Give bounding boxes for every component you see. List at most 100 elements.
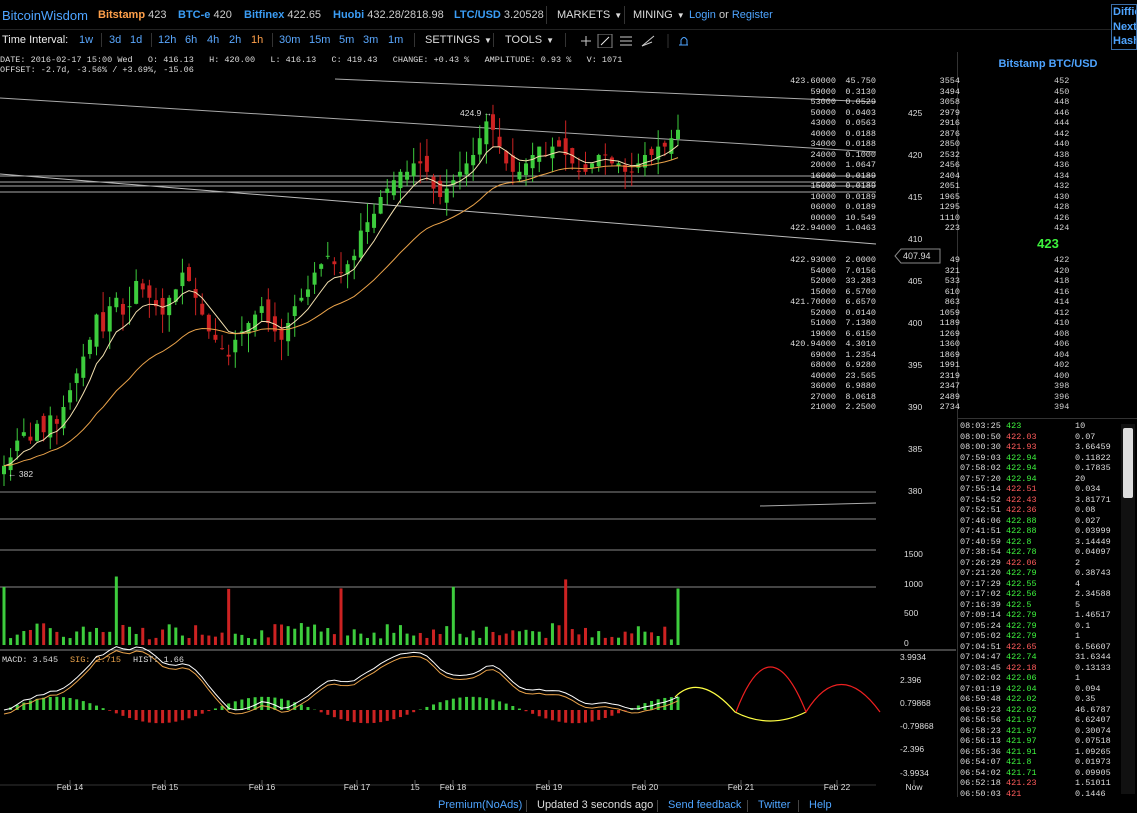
- brand-logo[interactable]: BitcoinWisdom: [2, 8, 88, 23]
- trade-row: 07:21:20 422.79 0.38743: [960, 568, 1120, 579]
- macd-bar: [319, 710, 323, 713]
- order-price: 52000: [810, 276, 836, 286]
- candle-body: [28, 436, 33, 441]
- help-link[interactable]: Help: [809, 799, 832, 811]
- projection-curve-red[interactable]: [735, 666, 881, 714]
- volume-bar: [346, 635, 350, 645]
- order-price: 420.94000: [790, 339, 836, 349]
- trend-line[interactable]: [0, 97, 877, 153]
- trades-scrollbar[interactable]: [1121, 424, 1135, 794]
- candle-body: [2, 465, 6, 475]
- trade-time: 08:00:50: [960, 431, 1001, 442]
- trade-row: 07:04:47 422.74 31.6344: [960, 652, 1120, 663]
- interval-3d[interactable]: 3d: [109, 34, 121, 46]
- candle-body: [477, 138, 482, 155]
- depth-price: 448: [1054, 97, 1070, 107]
- tools-menu[interactable]: TOOLS ▼: [505, 34, 554, 46]
- divider: [526, 800, 527, 812]
- scrollbar-thumb[interactable]: [1123, 428, 1133, 498]
- order-price: 50000: [810, 107, 836, 118]
- trend-line[interactable]: [0, 173, 877, 245]
- trade-row: 06:54:02 421.71 0.09905: [960, 768, 1120, 779]
- interval-30m[interactable]: 30m: [279, 34, 300, 46]
- candle-body: [583, 164, 588, 172]
- mining-menu[interactable]: MINING ▼: [633, 9, 685, 21]
- volume-bar: [610, 636, 614, 645]
- login-link[interactable]: Login: [689, 9, 716, 21]
- interval-1m[interactable]: 1m: [388, 34, 403, 46]
- depth-total: 3494: [939, 86, 960, 97]
- trade-price: 422.79: [1006, 568, 1037, 578]
- volume-bar: [161, 629, 165, 645]
- trade-amount: 6.56607: [1075, 641, 1111, 652]
- depth-price: 400: [1054, 370, 1070, 381]
- volume-bar: [213, 636, 217, 645]
- volume-bar: [280, 624, 284, 645]
- interval-1w[interactable]: 1w: [79, 34, 93, 46]
- volume-bar: [42, 623, 46, 645]
- order-price: 10000: [810, 191, 836, 202]
- interval-1h[interactable]: 1h: [251, 34, 263, 46]
- candle-body: [484, 121, 489, 145]
- candle-body: [550, 146, 555, 159]
- volume-bar: [293, 628, 297, 645]
- divider: [151, 33, 152, 47]
- exchange-ltcusd[interactable]: LTC/USD 3.20528: [454, 9, 544, 21]
- trade-row: 07:05:24 422.79 0.1: [960, 621, 1120, 632]
- depth-price: 430: [1054, 191, 1070, 202]
- trade-amount: 0.034: [1075, 484, 1101, 494]
- trade-row: 07:57:20 422.94 20: [960, 474, 1120, 485]
- horizontal-lines-icon[interactable]: [620, 36, 632, 46]
- trade-amount: 0.09905: [1075, 767, 1111, 778]
- volume-bar: [141, 627, 145, 645]
- trend-line[interactable]: [759, 502, 877, 507]
- fibonacci-icon[interactable]: [641, 35, 655, 47]
- interval-4h[interactable]: 4h: [207, 34, 219, 46]
- price-tick-label: 425: [908, 108, 922, 118]
- candle-body: [134, 281, 139, 304]
- interval-3m[interactable]: 3m: [363, 34, 378, 46]
- interval-6h[interactable]: 6h: [185, 34, 197, 46]
- exchange-btce[interactable]: BTC-e 420: [178, 9, 232, 21]
- settings-menu[interactable]: SETTINGS ▼: [425, 34, 492, 46]
- macd-bar: [101, 708, 105, 710]
- interval-1d[interactable]: 1d: [130, 34, 142, 46]
- divider: [101, 33, 102, 47]
- macd-bar: [385, 710, 389, 721]
- premium-link[interactable]: Premium(NoAds): [438, 799, 522, 811]
- volume-bar: [286, 626, 290, 645]
- network-stats-box[interactable]: Diffic Next Hash: [1111, 4, 1137, 50]
- trade-amount: 0.17835: [1075, 463, 1111, 473]
- interval-2h[interactable]: 2h: [229, 34, 241, 46]
- bell-icon[interactable]: [679, 37, 688, 46]
- order-amount: 2.0000: [845, 255, 876, 265]
- register-link[interactable]: Register: [732, 9, 773, 21]
- projection-curve-yellow[interactable]: [674, 686, 807, 722]
- macd-bar: [240, 699, 244, 710]
- interval-12h[interactable]: 12h: [158, 34, 176, 46]
- exchange-huobi[interactable]: Huobi 432.28/2818.98: [333, 9, 444, 21]
- candle-body: [431, 176, 436, 189]
- crosshair-icon[interactable]: [581, 36, 591, 46]
- trade-time: 07:54:52: [960, 494, 1001, 505]
- macd-bar: [194, 710, 198, 717]
- twitter-link[interactable]: Twitter: [758, 799, 790, 811]
- volume-bar: [570, 629, 574, 645]
- exchange-bitfinex[interactable]: Bitfinex 422.65: [244, 9, 321, 21]
- trade-price: 422.36: [1006, 505, 1037, 515]
- trade-amount: 3.81771: [1075, 494, 1111, 505]
- macd-tick-label: 0.79868: [900, 698, 931, 708]
- candle-body: [200, 303, 205, 315]
- interval-15m[interactable]: 15m: [309, 34, 330, 46]
- interval-5m[interactable]: 5m: [339, 34, 354, 46]
- order-amount: 6.9880: [845, 381, 876, 391]
- exchange-bitstamp[interactable]: Bitstamp 423: [98, 9, 166, 21]
- candle-body: [81, 356, 86, 378]
- feedback-link[interactable]: Send feedback: [668, 799, 741, 811]
- markets-menu[interactable]: MARKETS ▼: [557, 9, 622, 21]
- candle-body: [41, 415, 46, 433]
- depth-total: 610: [944, 286, 960, 297]
- depth-price: 442: [1054, 128, 1070, 139]
- low-annotation: ← 382: [8, 469, 33, 479]
- trendline-icon[interactable]: [597, 34, 613, 48]
